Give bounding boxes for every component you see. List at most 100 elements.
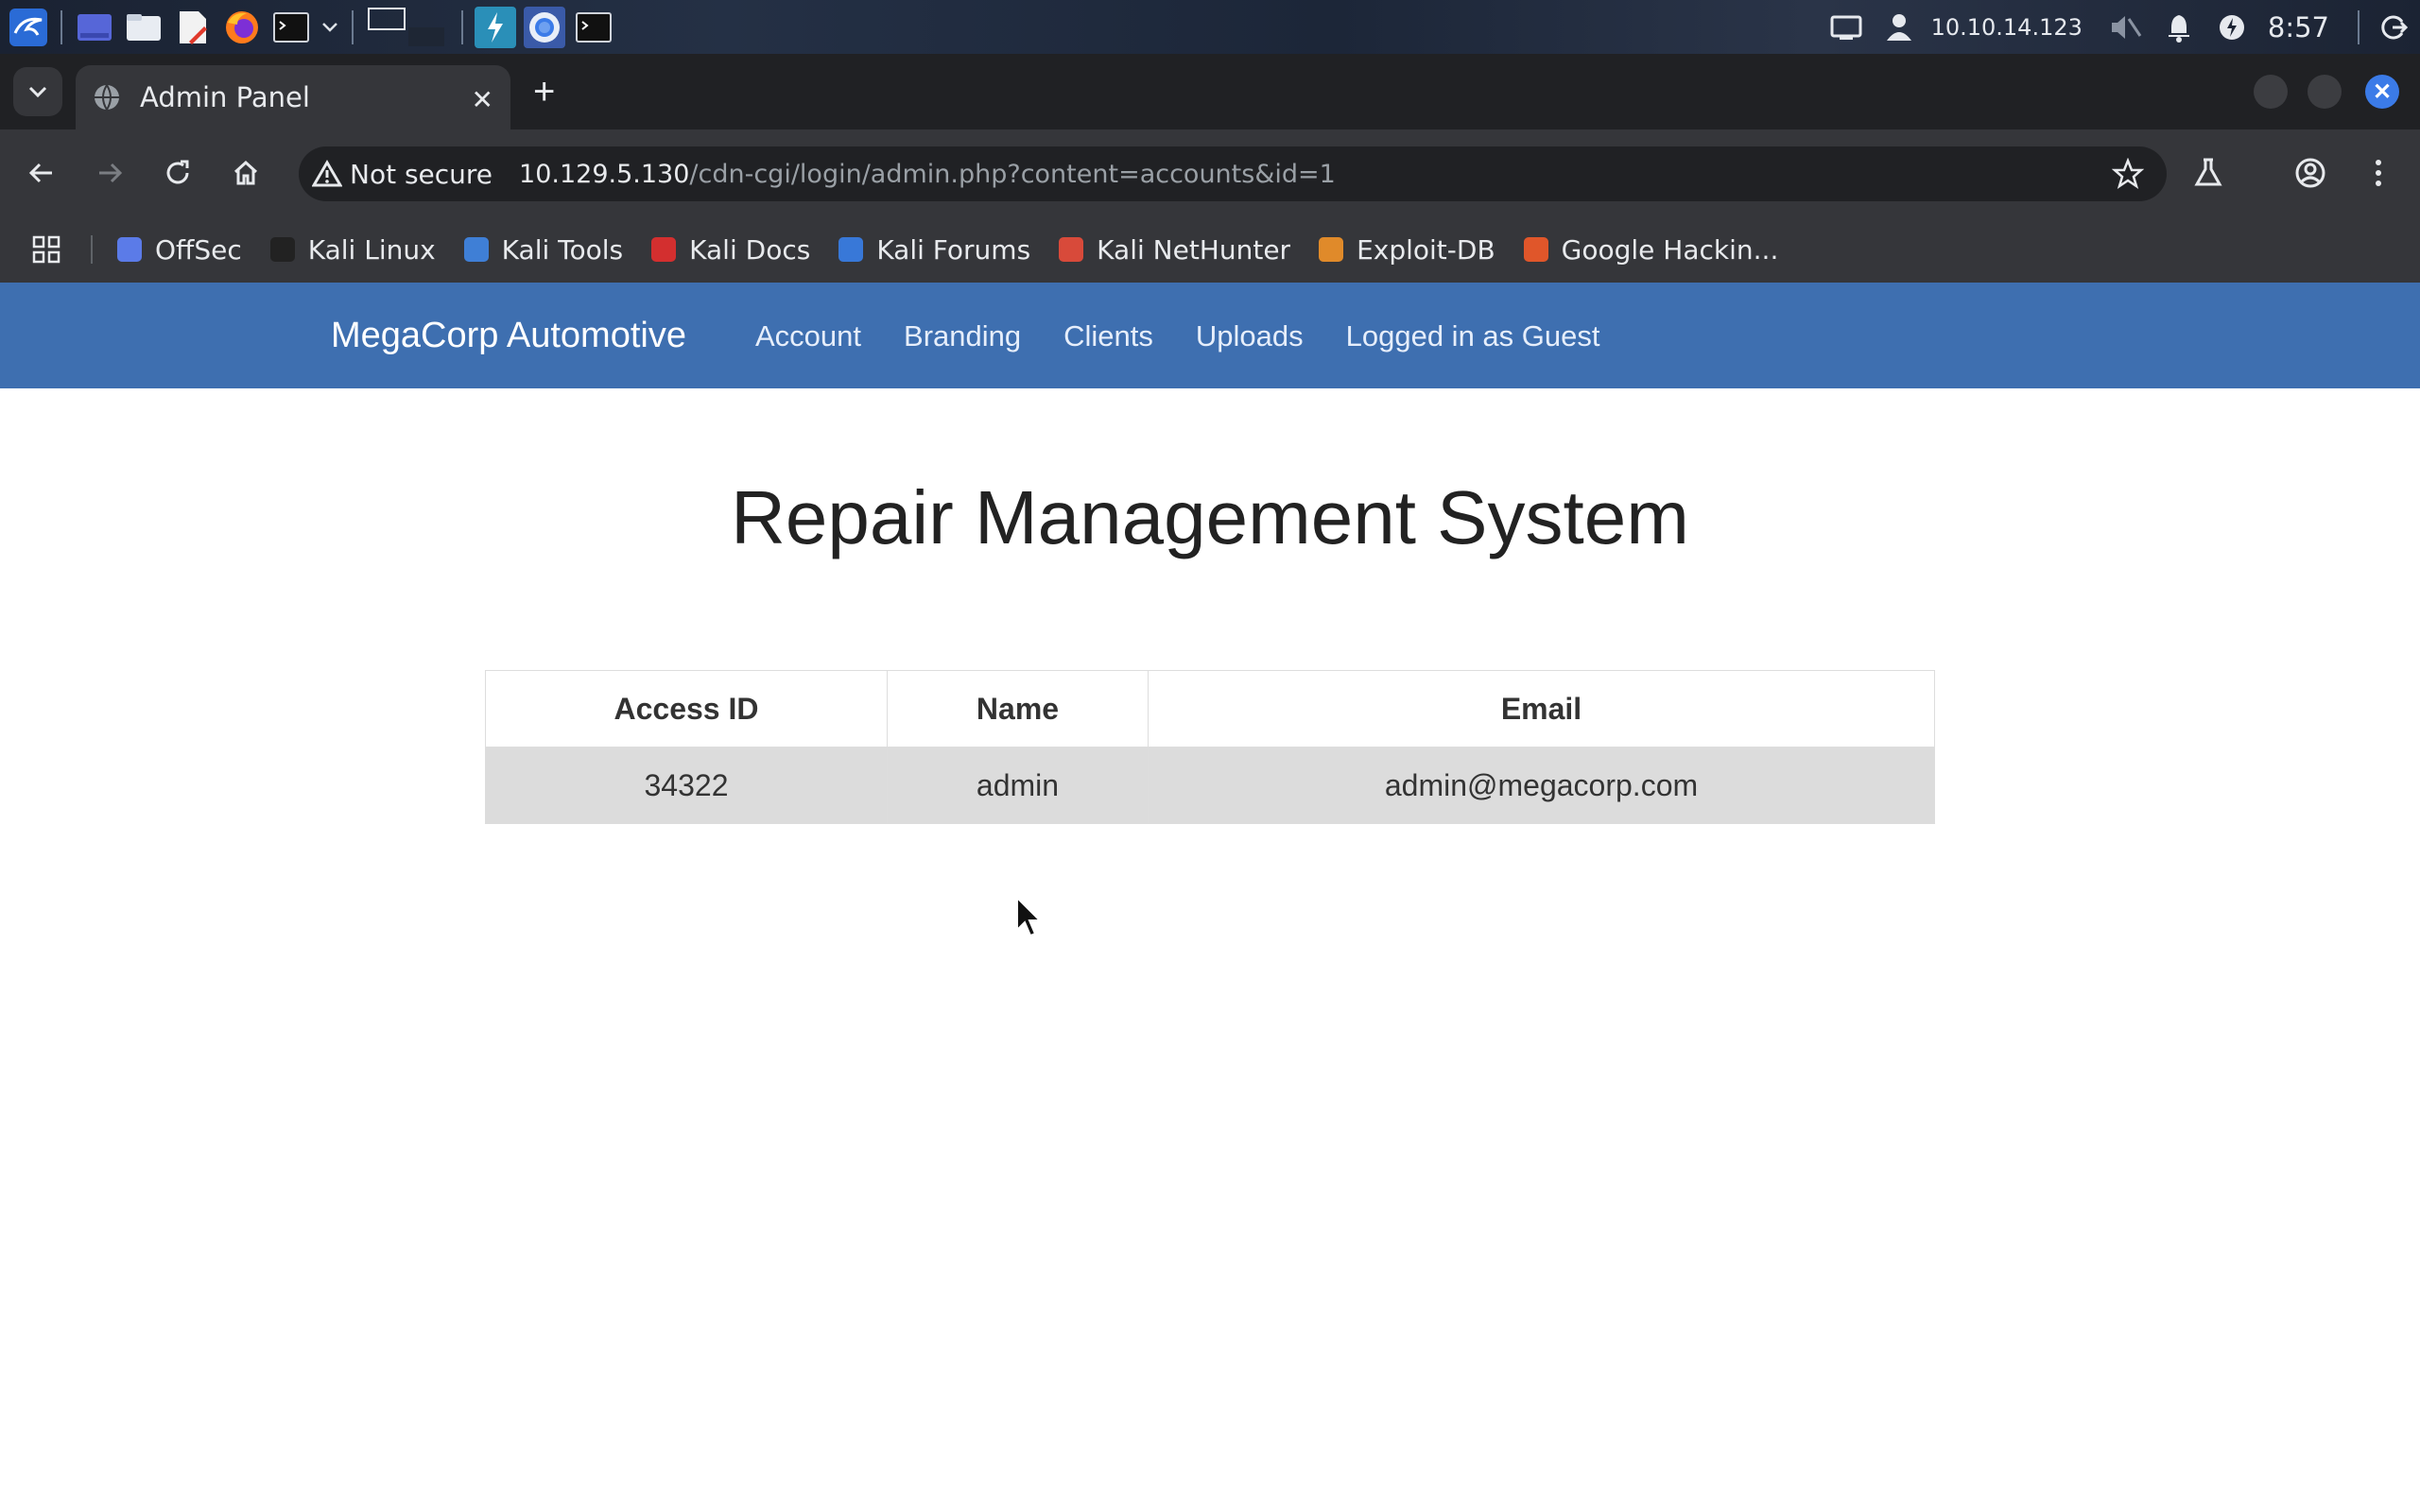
nav-uploads[interactable]: Uploads (1196, 319, 1304, 353)
tab-search-button[interactable] (13, 67, 62, 116)
ip-address: 10.10.14.123 (1930, 13, 2083, 41)
security-indicator[interactable]: Not secure (312, 159, 493, 190)
profile-icon (2295, 158, 2325, 188)
browser-toolbar: Not secure 10.129.5.130/cdn-cgi/login/ad… (0, 129, 2420, 216)
firefox-icon[interactable] (221, 7, 263, 48)
arrow-right-icon (99, 163, 123, 183)
column-header-access-id: Access ID (485, 670, 888, 747)
menu-button[interactable] (2360, 154, 2397, 192)
globe-icon (95, 84, 119, 111)
bookmark-label: Exploit-DB (1357, 233, 1495, 266)
bookmark-label: Kali NetHunter (1097, 233, 1291, 266)
url-host: 10.129.5.130 (519, 159, 690, 189)
maximize-button[interactable] (2308, 75, 2342, 109)
bookmark-favicon-icon (1059, 237, 1084, 262)
forward-button[interactable] (91, 154, 129, 192)
bookmark-item[interactable]: Exploit-DB (1319, 234, 1495, 266)
clock: 8:57 (2267, 10, 2329, 43)
workspace-icon[interactable] (74, 7, 115, 48)
close-window-button[interactable]: ✕ (2365, 75, 2399, 109)
warning-triangle-icon (312, 160, 342, 187)
cell-access-id: 34322 (485, 747, 888, 824)
bookmark-favicon-icon (838, 237, 864, 262)
page-title: Repair Management System (731, 475, 1689, 559)
bookmark-item[interactable]: Kali NetHunter (1059, 234, 1290, 266)
vpn-user-icon[interactable] (1880, 9, 1918, 46)
mouse-cursor-icon (1016, 896, 1043, 937)
bookmark-label: Kali Tools (501, 233, 624, 266)
close-tab-icon[interactable]: ✕ (472, 84, 493, 115)
labs-button[interactable] (2189, 154, 2227, 192)
chevron-down-icon (28, 86, 47, 98)
display-icon[interactable] (1827, 9, 1865, 46)
flask-icon (2194, 158, 2222, 186)
bookmark-favicon-icon (651, 237, 677, 262)
power-status-icon[interactable] (2213, 9, 2251, 46)
bookmark-item[interactable]: Google Hackin... (1523, 234, 1778, 266)
bookmarks-bar: OffSec Kali Linux Kali Tools Kali Docs Kali … (0, 216, 2420, 283)
bookmarks-separator (91, 235, 93, 264)
security-label: Not secure (350, 158, 493, 190)
kali-menu-icon[interactable] (8, 7, 49, 48)
tab-admin-panel[interactable]: Admin Panel ✕ (76, 65, 510, 129)
apps-grid-icon[interactable] (32, 235, 60, 264)
nav-branding[interactable]: Branding (904, 319, 1021, 353)
bookmark-label: Kali Linux (307, 233, 436, 266)
volume-muted-icon[interactable] (2107, 9, 2145, 46)
taskbar-separator (60, 9, 62, 44)
chevron-down-icon[interactable] (320, 7, 340, 48)
table-header-row: Access ID Name Email (485, 670, 1935, 747)
burp-icon[interactable] (475, 6, 516, 48)
reload-icon (166, 160, 189, 184)
bookmark-favicon-icon (1319, 237, 1344, 262)
minimize-button[interactable] (2254, 75, 2288, 109)
url-text[interactable]: 10.129.5.130/cdn-cgi/login/admin.php?con… (519, 160, 1336, 189)
url-path: /cdn-cgi/login/admin.php?content=account… (689, 159, 1336, 189)
bookmark-favicon-icon (269, 237, 295, 262)
taskbar-separator (352, 9, 354, 44)
reload-button[interactable] (159, 154, 197, 192)
logout-icon[interactable] (2375, 9, 2412, 46)
system-tray: 10.10.14.123 8:57 (1820, 0, 2420, 54)
browser-tabstrip: Admin Panel ✕ + ✕ (0, 54, 2420, 129)
profile-button[interactable] (2291, 154, 2329, 192)
nav-clients[interactable]: Clients (1063, 319, 1153, 353)
bookmark-item[interactable]: Kali Tools (463, 233, 624, 266)
kebab-menu-icon (2376, 160, 2381, 186)
os-taskbar: 10.10.14.123 8:57 (0, 0, 2420, 54)
site-navbar: MegaCorp Automotive Account Branding Cli… (0, 283, 2420, 388)
address-bar[interactable]: Not secure 10.129.5.130/cdn-cgi/login/ad… (299, 146, 2167, 201)
bookmark-item[interactable]: OffSec (117, 234, 242, 266)
terminal-icon[interactable] (270, 7, 312, 48)
new-tab-button[interactable]: + (533, 73, 555, 111)
taskbar-launchers (0, 0, 618, 54)
bookmark-label: OffSec (155, 233, 242, 266)
bookmark-item[interactable]: Kali Forums (838, 234, 1030, 266)
bell-icon[interactable] (2160, 9, 2198, 46)
taskbar-separator (461, 9, 463, 44)
bookmark-favicon-icon (1523, 237, 1548, 262)
bookmark-item[interactable]: Kali Docs (651, 234, 810, 266)
taskbar-separator (2358, 9, 2360, 44)
bookmark-label: Kali Docs (689, 233, 811, 266)
file-manager-icon[interactable] (123, 7, 164, 48)
bookmark-favicon-icon (463, 237, 489, 262)
home-button[interactable] (227, 154, 265, 192)
bookmark-list: OffSec Kali Linux Kali Tools Kali Docs Kali … (117, 234, 1806, 266)
text-editor-icon[interactable] (172, 7, 214, 48)
site-brand[interactable]: MegaCorp Automotive (331, 316, 686, 356)
back-button[interactable] (23, 154, 60, 192)
nav-logged-in-as[interactable]: Logged in as Guest (1346, 319, 1600, 353)
nav-account[interactable]: Account (755, 319, 861, 353)
star-icon[interactable] (2112, 158, 2144, 190)
cell-name: admin (887, 747, 1149, 824)
bookmark-item[interactable]: Kali Linux (269, 233, 436, 266)
site-nav-links: Account Branding Clients Uploads Logged … (755, 319, 1642, 353)
workspace-switcher[interactable] (365, 7, 450, 48)
table-row: 34322 admin admin@megacorp.com (485, 747, 1935, 824)
chromium-icon[interactable] (524, 6, 565, 48)
bookmark-favicon-icon (117, 237, 142, 262)
tab-title: Admin Panel (140, 81, 310, 113)
terminal-window-icon[interactable] (573, 7, 614, 48)
home-icon (233, 160, 258, 185)
